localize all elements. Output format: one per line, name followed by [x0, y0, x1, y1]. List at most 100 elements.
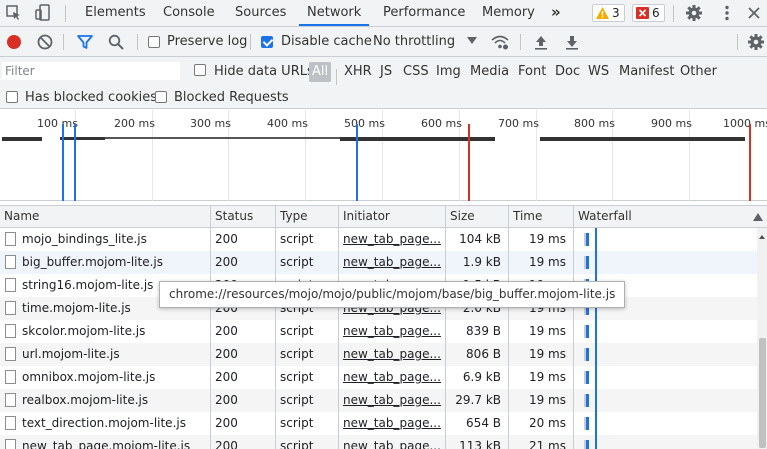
hide-data-urls-label[interactable]: Hide data URLs [214, 64, 314, 79]
record-icon[interactable] [5, 33, 23, 51]
request-initiator-link[interactable]: new_tab_page.... [339, 412, 441, 435]
request-status-cell: 200 [215, 439, 238, 449]
has-blocked-cookies-checkbox[interactable] [6, 91, 18, 103]
request-initiator-link[interactable]: new_tab_page.... [339, 251, 441, 274]
column-header-type[interactable]: Type [275, 206, 338, 228]
close-devtools-icon[interactable] [745, 4, 763, 22]
request-initiator-link[interactable]: new_tab_page.... [339, 228, 441, 251]
type-filter-font[interactable]: Font [518, 64, 546, 79]
type-filter-other[interactable]: Other [680, 64, 717, 79]
sort-ascending-icon[interactable] [753, 213, 763, 221]
export-har-icon[interactable] [563, 33, 581, 51]
waterfall-download-bar [586, 394, 589, 407]
request-initiator-link[interactable]: new_tab_page.... [339, 366, 441, 389]
request-size-cell: 6.9 kB [462, 370, 501, 384]
waterfall-domcontentloaded-line [595, 228, 597, 449]
request-time-cell: 19 ms [528, 370, 566, 384]
table-row[interactable]: omnibox.mojom-lite.js 200 script new_tab_pa… [0, 366, 757, 389]
request-initiator-link[interactable]: new_tab_page.... [339, 389, 441, 412]
table-row[interactable]: text_direction.mojom-lite.js 200 script new… [0, 412, 757, 435]
timeline-overview[interactable]: 100 ms 200 ms 300 ms 400 ms 500 ms 600 m… [0, 110, 767, 201]
filter-input[interactable] [1, 61, 181, 81]
file-script-icon [5, 393, 16, 407]
device-toolbar-icon[interactable] [34, 4, 52, 22]
devtools-tab-bar: Elements Console Sources Network Perform… [0, 0, 767, 27]
column-header-time[interactable]: Time [508, 206, 573, 228]
type-filter-all[interactable]: All [309, 62, 332, 82]
request-initiator-link[interactable]: new_tab_page.... [339, 343, 441, 366]
request-table-header: Name Status Type Initiator Size Time Wat… [0, 205, 767, 228]
type-filter-js[interactable]: JS [380, 64, 392, 79]
scroll-up-arrow-icon[interactable] [759, 235, 765, 239]
more-tabs-button[interactable]: » [551, 3, 561, 21]
blocked-requests-label[interactable]: Blocked Requests [174, 90, 289, 105]
column-header-size[interactable]: Size [445, 206, 508, 228]
type-filter-css[interactable]: CSS [403, 64, 429, 79]
tab-memory[interactable]: Memory [474, 0, 543, 26]
filter-separator [336, 69, 337, 85]
type-filter-xhr[interactable]: XHR [344, 64, 372, 79]
type-filter-media[interactable]: Media [470, 64, 509, 79]
table-row[interactable]: big_buffer.mojom-lite.js 200 script new_tab… [0, 251, 757, 274]
error-icon [636, 7, 649, 19]
type-filter-img[interactable]: Img [436, 64, 461, 79]
network-settings-gear-icon[interactable] [747, 33, 765, 51]
blocked-requests-checkbox[interactable] [155, 91, 167, 103]
clear-icon[interactable] [36, 33, 54, 51]
column-divider [275, 228, 276, 449]
request-status-cell: 200 [215, 255, 238, 269]
table-row[interactable]: skcolor.mojom-lite.js 200 script new_tab_pa… [0, 320, 757, 343]
settings-gear-icon[interactable] [685, 4, 703, 22]
warnings-badge[interactable]: 3 [592, 4, 625, 22]
tab-separator [673, 5, 674, 22]
tab-performance[interactable]: Performance [375, 0, 473, 26]
column-header-waterfall[interactable]: Waterfall [573, 206, 767, 228]
type-filter-manifest[interactable]: Manifest [619, 64, 674, 79]
request-type-cell: script [280, 439, 314, 449]
filter-funnel-icon[interactable] [76, 33, 94, 51]
scrollbar-thumb[interactable] [759, 338, 766, 448]
file-script-icon [5, 439, 16, 449]
request-initiator-link[interactable]: new_tab_page.... [339, 320, 441, 343]
type-filter-ws[interactable]: WS [588, 64, 609, 79]
waterfall-download-bar [586, 348, 589, 361]
disable-cache-checkbox[interactable] [261, 36, 273, 48]
overview-request-bar [105, 137, 345, 139]
table-scrollbar[interactable] [757, 228, 767, 449]
errors-badge[interactable]: 6 [632, 4, 665, 22]
tab-elements[interactable]: Elements [77, 0, 154, 26]
overview-tick-label: 900 ms [651, 117, 692, 130]
preserve-log-label[interactable]: Preserve log [167, 34, 247, 49]
import-har-icon[interactable] [532, 33, 550, 51]
throttling-select[interactable]: No throttling [373, 34, 455, 49]
has-blocked-cookies-label[interactable]: Has blocked cookies [25, 90, 157, 105]
waterfall-download-bar [586, 417, 589, 430]
tab-sources[interactable]: Sources [227, 0, 294, 26]
tab-network[interactable]: Network [299, 0, 370, 26]
column-header-initiator[interactable]: Initiator [338, 206, 445, 228]
tab-console[interactable]: Console [155, 0, 223, 26]
table-row[interactable]: realbox.mojom-lite.js 200 script new_tab_pa… [0, 389, 757, 412]
overview-tick-label: 600 ms [421, 117, 462, 130]
search-icon[interactable] [107, 33, 125, 51]
chevron-down-icon[interactable] [467, 37, 477, 44]
more-options-icon[interactable] [718, 4, 736, 22]
table-row[interactable]: new_tab_page.mojom-lite.js 200 script new_t… [0, 435, 757, 449]
request-name-cell: mojo_bindings_lite.js [22, 232, 147, 246]
file-script-icon [5, 255, 16, 269]
waterfall-download-bar [586, 256, 589, 269]
request-size-cell: 1.9 kB [462, 255, 501, 269]
inspect-element-icon[interactable] [5, 4, 23, 22]
column-header-status[interactable]: Status [210, 206, 275, 228]
preserve-log-checkbox[interactable] [148, 36, 160, 48]
table-row[interactable]: url.mojom-lite.js 200 script new_tab_page..… [0, 343, 757, 366]
network-conditions-icon[interactable] [491, 33, 509, 51]
table-row[interactable]: mojo_bindings_lite.js 200 script new_tab_pa… [0, 228, 757, 251]
request-initiator-link[interactable]: new_tab_page.... [339, 435, 441, 449]
request-status-cell: 200 [215, 393, 238, 407]
hide-data-urls-checkbox[interactable] [194, 64, 206, 76]
file-script-icon [5, 347, 16, 361]
column-header-name[interactable]: Name [0, 206, 210, 228]
type-filter-doc[interactable]: Doc [555, 64, 580, 79]
disable-cache-label[interactable]: Disable cache [281, 34, 372, 49]
